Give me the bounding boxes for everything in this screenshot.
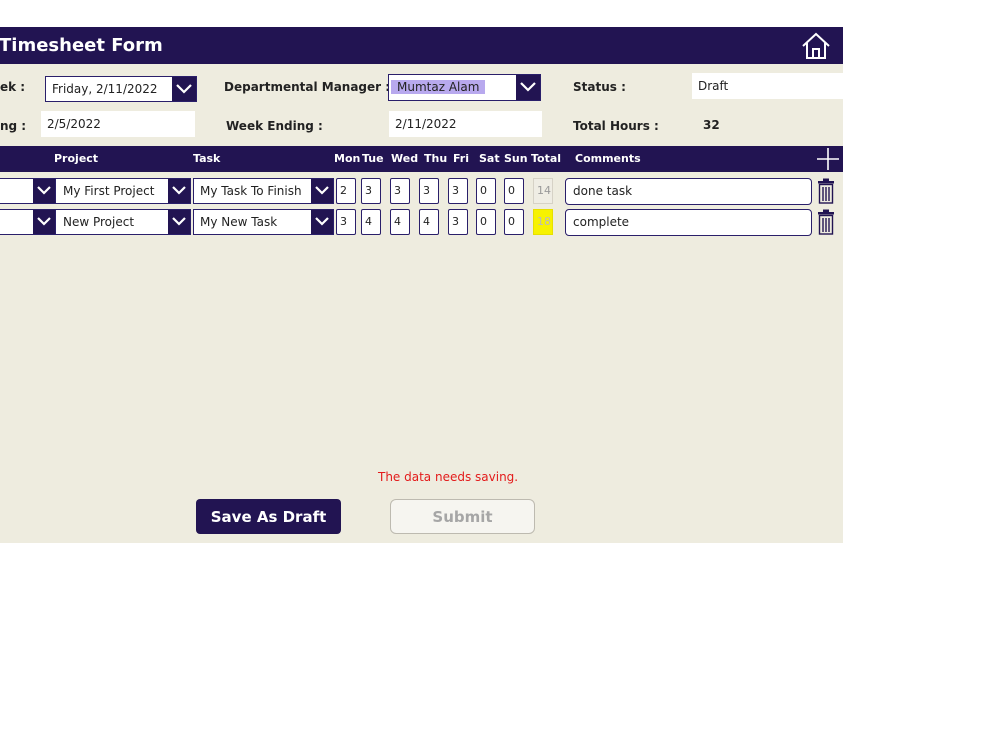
task-dropdown[interactable]: My New Task — [193, 209, 334, 235]
manager-label: Departmental Manager : — [224, 80, 391, 94]
table-row: My First Project My Task To Finish 2 3 3… — [0, 178, 843, 206]
week-starting-label: ng : — [0, 119, 27, 133]
unsaved-message: The data needs saving. — [378, 470, 519, 484]
col-task: Task — [193, 152, 221, 165]
col-tue: Tue — [362, 152, 384, 165]
chevron-down-icon[interactable] — [172, 77, 196, 101]
week-ending-field: 2/11/2022 — [389, 111, 542, 137]
chevron-down-icon[interactable] — [311, 179, 333, 203]
col-sat: Sat — [479, 152, 500, 165]
chevron-down-icon[interactable] — [311, 210, 333, 234]
week-value: Friday, 2/11/2022 — [52, 82, 158, 96]
home-icon[interactable] — [800, 31, 832, 61]
project-value: New Project — [63, 215, 135, 229]
trash-icon[interactable] — [817, 178, 835, 204]
row-dropdown[interactable] — [0, 209, 56, 235]
tue-hours[interactable]: 4 — [361, 209, 381, 235]
table-row: New Project My New Task 3 4 4 4 3 0 0 18… — [0, 209, 843, 237]
chevron-down-icon[interactable] — [168, 210, 190, 234]
row-dropdown[interactable] — [0, 178, 56, 204]
week-starting-field[interactable]: 2/5/2022 — [41, 111, 195, 137]
page-title: Timesheet Form — [0, 35, 163, 56]
week-dropdown[interactable]: Friday, 2/11/2022 — [45, 76, 197, 102]
task-dropdown[interactable]: My Task To Finish — [193, 178, 334, 204]
status-label: Status : — [573, 80, 626, 94]
trash-icon[interactable] — [817, 209, 835, 235]
col-total: Total — [531, 152, 562, 165]
total-hours-label: Total Hours : — [573, 119, 659, 133]
project-value: My First Project — [63, 184, 155, 198]
mon-hours[interactable]: 2 — [336, 178, 356, 204]
comment-field[interactable]: complete — [565, 209, 812, 236]
sun-hours[interactable]: 0 — [504, 209, 524, 235]
col-mon: Mon — [334, 152, 361, 165]
sun-hours[interactable]: 0 — [504, 178, 524, 204]
timesheet-app: Timesheet Form ek : Friday, 2/11/2022 De… — [0, 27, 843, 543]
col-thu: Thu — [424, 152, 448, 165]
total-hours-value: 32 — [703, 118, 720, 132]
fri-hours[interactable]: 3 — [448, 209, 468, 235]
col-comments: Comments — [575, 152, 641, 165]
status-field: Draft — [692, 73, 843, 99]
table-header: Project Task Mon Tue Wed Thu Fri Sat Sun… — [0, 146, 843, 172]
week-label: ek : — [0, 80, 26, 94]
sat-hours[interactable]: 0 — [476, 209, 496, 235]
title-bar: Timesheet Form — [0, 27, 843, 64]
project-dropdown[interactable]: My First Project — [55, 178, 191, 204]
chevron-down-icon[interactable] — [33, 179, 55, 203]
thu-hours[interactable]: 3 — [419, 178, 439, 204]
thu-hours[interactable]: 4 — [419, 209, 439, 235]
manager-dropdown[interactable]: Mumtaz Alam — [388, 74, 541, 101]
tue-hours[interactable]: 3 — [361, 178, 381, 204]
chevron-down-icon[interactable] — [516, 75, 540, 100]
manager-value: Mumtaz Alam — [391, 80, 486, 94]
row-total: 14 — [533, 178, 553, 204]
col-project: Project — [54, 152, 99, 165]
plus-icon[interactable] — [816, 146, 840, 172]
wed-hours[interactable]: 4 — [390, 209, 410, 235]
wed-hours[interactable]: 3 — [390, 178, 410, 204]
col-wed: Wed — [391, 152, 419, 165]
col-fri: Fri — [453, 152, 470, 165]
save-draft-button[interactable]: Save As Draft — [196, 499, 341, 534]
mon-hours[interactable]: 3 — [336, 209, 356, 235]
comment-field[interactable]: done task — [565, 178, 812, 205]
sat-hours[interactable]: 0 — [476, 178, 496, 204]
row-total: 18 — [533, 209, 553, 235]
col-sun: Sun — [504, 152, 528, 165]
task-value: My New Task — [200, 215, 278, 229]
chevron-down-icon[interactable] — [168, 179, 190, 203]
week-ending-label: Week Ending : — [226, 119, 323, 133]
chevron-down-icon[interactable] — [33, 210, 55, 234]
fri-hours[interactable]: 3 — [448, 178, 468, 204]
project-dropdown[interactable]: New Project — [55, 209, 191, 235]
submit-button[interactable]: Submit — [390, 499, 535, 534]
task-value: My Task To Finish — [200, 184, 302, 198]
